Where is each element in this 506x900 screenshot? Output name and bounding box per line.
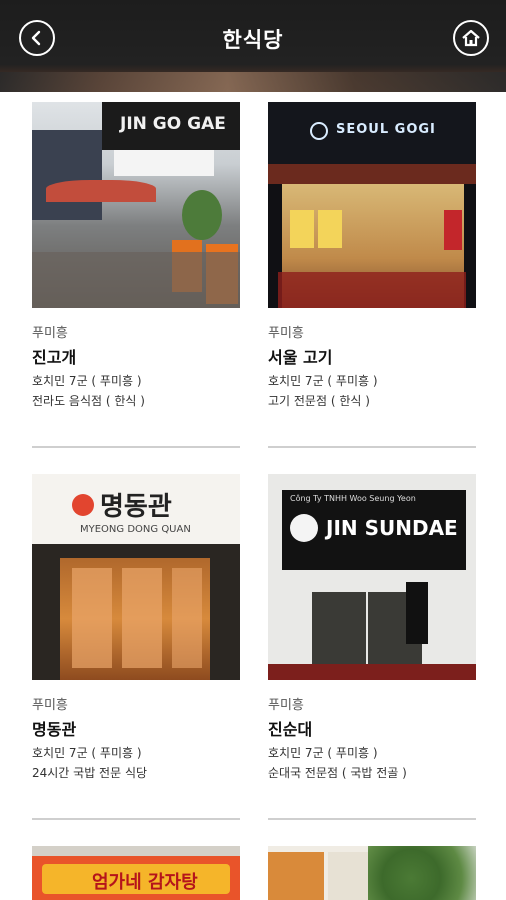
- restaurant-sign: JIN GO GAE: [120, 114, 226, 134]
- restaurant-card[interactable]: [268, 846, 476, 900]
- card-divider: [268, 818, 476, 820]
- page-title: 한식당: [222, 28, 284, 52]
- restaurant-area: 푸미흥: [32, 326, 68, 341]
- restaurant-sign-subtitle: MYEONG DONG QUAN: [80, 524, 191, 535]
- restaurant-address: 호치민 7군 ( 푸미흥 ): [268, 374, 378, 388]
- restaurant-address: 호치민 7군 ( 푸미흥 ): [32, 746, 142, 760]
- restaurant-area: 푸미흥: [268, 698, 304, 713]
- restaurant-category: 순대국 전문점 ( 국밥 전골 ): [268, 766, 407, 780]
- restaurant-photo: 엄가네 감자탕: [32, 846, 240, 900]
- restaurant-photo: SEOUL GOGI: [268, 102, 476, 308]
- restaurant-name: 서울 고기: [268, 348, 333, 367]
- restaurant-card[interactable]: 엄가네 감자탕: [32, 846, 240, 900]
- restaurant-photo: Công Ty TNHH Woo Seung Yeon JIN SUNDAE: [268, 474, 476, 680]
- restaurant-photo: 명동관 MYEONG DONG QUAN: [32, 474, 240, 680]
- restaurant-photo: JIN GO GAE: [32, 102, 240, 308]
- restaurant-card[interactable]: Công Ty TNHH Woo Seung Yeon JIN SUNDAE 푸…: [268, 474, 476, 780]
- card-divider: [268, 446, 476, 448]
- card-divider: [32, 818, 240, 820]
- restaurant-name: 진고개: [32, 348, 77, 367]
- restaurant-sign-subtitle: Công Ty TNHH Woo Seung Yeon: [290, 494, 416, 503]
- restaurant-category: 전라도 음식점 ( 한식 ): [32, 394, 145, 408]
- restaurant-category: 고기 전문점 ( 한식 ): [268, 394, 370, 408]
- restaurant-address: 호치민 7군 ( 푸미흥 ): [32, 374, 142, 388]
- restaurant-sign: 엄가네 감자탕: [92, 872, 198, 893]
- restaurant-card[interactable]: SEOUL GOGI 푸미흥 서울 고기 호치민 7군 ( 푸미흥 ) 고기 전…: [268, 102, 476, 408]
- restaurant-photo: [268, 846, 476, 900]
- card-divider: [32, 446, 240, 448]
- restaurant-name: 진순대: [268, 720, 313, 739]
- restaurant-category: 24시간 국밥 전문 식당: [32, 766, 148, 780]
- restaurant-sign: JIN SUNDAE: [326, 516, 458, 540]
- restaurant-name: 명동관: [32, 720, 77, 739]
- restaurant-area: 푸미흥: [268, 326, 304, 341]
- restaurant-sign: SEOUL GOGI: [336, 122, 436, 137]
- header-banner-image: [0, 72, 506, 92]
- restaurant-address: 호치민 7군 ( 푸미흥 ): [268, 746, 378, 760]
- restaurant-card[interactable]: 명동관 MYEONG DONG QUAN 푸미흥 명동관 호치민 7군 ( 푸미…: [32, 474, 240, 780]
- restaurant-sign: 명동관: [100, 492, 172, 522]
- home-button[interactable]: [453, 20, 489, 56]
- restaurant-card[interactable]: JIN GO GAE 푸미흥 진고개 호치민 7군 ( 푸미흥 ) 전라도 음식…: [32, 102, 240, 408]
- app-header: 한식당: [0, 0, 506, 92]
- restaurant-area: 푸미흥: [32, 698, 68, 713]
- home-icon: [462, 29, 480, 47]
